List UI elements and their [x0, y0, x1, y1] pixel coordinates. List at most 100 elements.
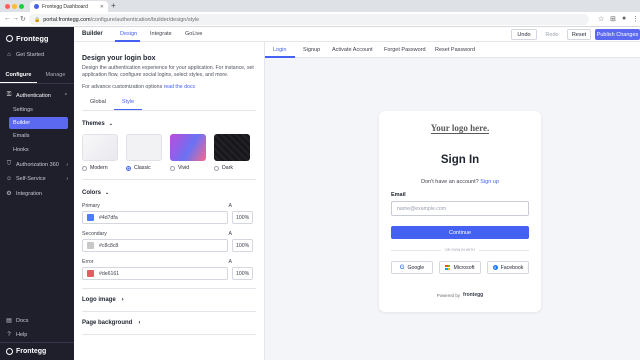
signup-prompt: Don't have an account? Sign up: [421, 179, 499, 185]
theme-classic[interactable]: Classic: [126, 134, 162, 171]
nav-help-label: Help: [16, 332, 28, 338]
tab-manage[interactable]: Manage: [37, 68, 74, 83]
tab-global[interactable]: Global: [82, 96, 114, 110]
google-button[interactable]: G Google: [391, 261, 433, 274]
tab-style[interactable]: Style: [113, 96, 143, 110]
nav-integration[interactable]: ⚙ Integration: [0, 186, 74, 201]
nav-self-service-label: Self-Service: [16, 176, 46, 182]
tab-reset-password[interactable]: Reset Password: [435, 47, 475, 53]
secondary-color-swatch[interactable]: [87, 242, 94, 249]
nav-self-service[interactable]: ☺ Self-Service ›: [0, 172, 74, 186]
sidebar-item-builder[interactable]: Builder: [9, 117, 68, 129]
primary-color-swatch[interactable]: [87, 214, 94, 221]
social-logins: G Google Microsoft f Facebook: [391, 261, 529, 274]
page-background-section[interactable]: Page background ›: [82, 312, 256, 335]
tab-design[interactable]: Design: [120, 31, 137, 37]
error-alpha-input[interactable]: 100%: [232, 267, 253, 280]
color-primary: Primary A #4d7dfa 100%: [82, 203, 256, 224]
powered-by-brand: frontegg: [462, 292, 484, 298]
secondary-alpha-input[interactable]: 100%: [232, 239, 253, 252]
design-panel: Design your login box Design the authent…: [74, 42, 265, 360]
error-color-input[interactable]: #de6161: [82, 267, 228, 280]
sidebar-item-hooks[interactable]: Hooks: [0, 143, 74, 157]
close-window-icon[interactable]: [5, 4, 10, 9]
continue-button[interactable]: Continue: [391, 226, 529, 239]
mode-tabs: Configure Manage: [0, 68, 74, 84]
facebook-label: Facebook: [500, 264, 524, 271]
primary-color-input[interactable]: #4d7dfa: [82, 211, 228, 224]
theme-dark-preview[interactable]: [214, 134, 250, 161]
nav-help[interactable]: ? Help: [0, 328, 74, 342]
nav-get-started[interactable]: ⌂ Get Started: [0, 48, 74, 62]
nav-authentication-label: Authentication: [16, 92, 51, 99]
primary-alpha-input[interactable]: 100%: [232, 211, 253, 224]
url-input[interactable]: 🔒 portal.frontegg.com/configure/authenti…: [29, 14, 589, 25]
microsoft-button[interactable]: Microsoft: [439, 261, 481, 274]
chevron-down-icon: ⌄: [108, 121, 113, 127]
back-icon[interactable]: ←: [4, 15, 11, 22]
tab-integrate[interactable]: Integrate: [150, 31, 172, 37]
sidebar-item-emails[interactable]: Emails: [0, 129, 74, 143]
star-icon[interactable]: ☆: [598, 15, 604, 23]
error-color-swatch[interactable]: [87, 270, 94, 277]
nav-authorization[interactable]: ⛉ Authorization 360 ›: [0, 157, 74, 172]
theme-classic-label: Classic: [134, 165, 151, 171]
menu-icon[interactable]: ⋮: [632, 15, 639, 23]
brand[interactable]: Frontegg: [0, 27, 74, 48]
profile-icon[interactable]: ●: [622, 15, 626, 22]
theme-modern-radio[interactable]: [82, 165, 87, 171]
theme-vivid[interactable]: Vivid: [170, 134, 206, 171]
builder-header: Builder Design Integrate GoLive Undo Red…: [74, 27, 640, 42]
theme-vivid-preview[interactable]: [170, 134, 206, 161]
themes-header[interactable]: Themes ⌄: [82, 121, 256, 127]
close-tab-icon[interactable]: ✕: [100, 4, 104, 10]
theme-classic-radio[interactable]: [126, 165, 131, 171]
footer-brand[interactable]: Frontegg: [0, 342, 74, 360]
theme-dark-radio[interactable]: [214, 165, 219, 171]
tab-signup[interactable]: Signup: [303, 47, 320, 53]
theme-options: Modern Classic Vivid Dark: [82, 134, 256, 171]
theme-dark[interactable]: Dark: [214, 134, 250, 171]
browser-tab[interactable]: Frontegg Dashboard ✕: [30, 1, 108, 12]
logo-placeholder: Your logo here.: [430, 123, 490, 134]
theme-modern[interactable]: Modern: [82, 134, 118, 171]
nav-authentication[interactable]: ⚿ Authentication ⌃: [0, 88, 74, 103]
email-label: Email: [391, 192, 406, 198]
tab-forget-password[interactable]: Forget Password: [384, 47, 426, 53]
secondary-color-input[interactable]: #c8c8c8: [82, 239, 228, 252]
advanced-note: For advance customization options read t…: [82, 84, 196, 90]
sidebar-item-settings[interactable]: Settings: [0, 103, 74, 117]
tab-configure[interactable]: Configure: [0, 68, 37, 83]
error-color-hex: #de6161: [99, 270, 120, 277]
logo-image-section[interactable]: Logo image ›: [82, 289, 256, 312]
new-tab-icon[interactable]: +: [111, 1, 116, 10]
tab-activate-account[interactable]: Activate Account: [332, 47, 373, 53]
theme-modern-preview[interactable]: [82, 134, 118, 161]
page-title: Builder: [82, 31, 103, 37]
tab-golive[interactable]: GoLive: [185, 31, 202, 37]
read-docs-link[interactable]: read the docs: [164, 84, 195, 90]
reset-button[interactable]: Reset: [567, 29, 591, 40]
color-primary-label: Primary: [82, 203, 100, 209]
email-field[interactable]: name@example.com: [391, 201, 529, 216]
redo-button[interactable]: Redo: [540, 29, 564, 40]
theme-classic-preview[interactable]: [126, 134, 162, 161]
reload-icon[interactable]: ↻: [20, 15, 26, 23]
powered-by-text: Powered by: [436, 292, 460, 298]
facebook-button[interactable]: f Facebook: [487, 261, 529, 274]
colors-header[interactable]: Colors ⌄: [82, 190, 256, 196]
extensions-icon[interactable]: ⊞: [610, 15, 616, 23]
social-separator: OR SIGN IN WITH: [391, 247, 530, 253]
undo-button[interactable]: Undo: [511, 29, 537, 40]
zoom-window-icon[interactable]: [19, 4, 24, 9]
nav-integration-label: Integration: [16, 190, 42, 197]
nav-docs[interactable]: ▤ Docs: [0, 313, 74, 328]
minimize-window-icon[interactable]: [12, 4, 17, 9]
key-icon: ⚿: [6, 92, 12, 98]
forward-icon[interactable]: →: [12, 15, 19, 22]
preview-tabs: Login Signup Activate Account Forget Pas…: [265, 42, 640, 58]
publish-changes-button[interactable]: Publish Changes: [595, 29, 640, 40]
tab-login[interactable]: Login: [273, 47, 286, 53]
signup-link[interactable]: Sign up: [480, 179, 499, 185]
theme-vivid-radio[interactable]: [170, 165, 175, 171]
